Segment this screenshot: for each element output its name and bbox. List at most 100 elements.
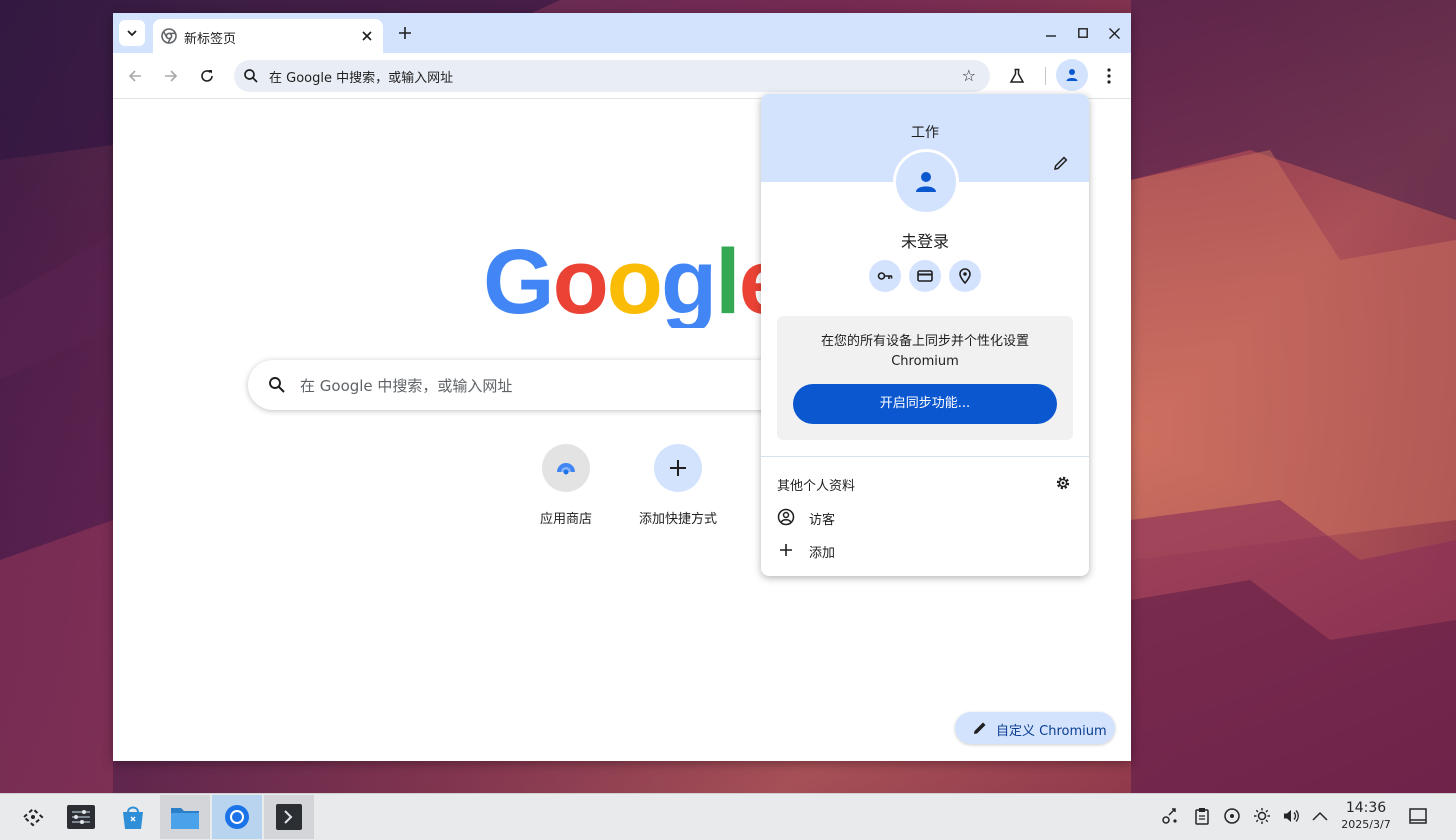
network-icon [1162, 808, 1177, 824]
back-button[interactable] [124, 65, 146, 87]
close-window-button[interactable] [1104, 23, 1124, 43]
add-profile-item[interactable]: 添加 [777, 540, 1073, 561]
flask-icon [1009, 68, 1025, 83]
app-launcher-button[interactable] [8, 795, 58, 839]
ntp-search-box[interactable]: 在 Google 中搜索，或输入网址 [248, 360, 848, 410]
other-profiles-label: 其他个人资料 [777, 479, 856, 494]
chromium-favicon-icon [161, 28, 177, 44]
terminal-button[interactable] [264, 795, 314, 839]
network-tray-icon[interactable] [1160, 806, 1180, 826]
profile-button[interactable] [1056, 59, 1088, 91]
shortcut-add[interactable]: 添加快捷方式 [630, 443, 726, 533]
file-manager-button[interactable] [160, 795, 210, 839]
bookmark-star-icon[interactable]: ☆ [962, 66, 976, 85]
guest-icon [777, 508, 795, 526]
turn-on-sync-button[interactable]: 开启同步功能... [793, 384, 1057, 424]
minimize-icon [1046, 35, 1056, 37]
shortcut-label: 应用商店 [539, 512, 592, 527]
new-tab-button[interactable] [393, 21, 417, 45]
profile-menu: 工作 未登录 在您的所有设备上同步并个性化设置 Chromium 开启同步功能.… [761, 94, 1089, 576]
clipboard-tray-icon[interactable] [1192, 806, 1212, 826]
tab-new-tab[interactable]: 新标签页 [153, 19, 383, 53]
add-label: 添加 [809, 546, 836, 561]
forward-button[interactable] [160, 65, 182, 87]
omnibox[interactable]: 在 Google 中搜索，或输入网址 ☆ [234, 60, 990, 92]
clock-date[interactable]: 2025/3/7 [1336, 818, 1396, 831]
tab-title: 新标签页 [184, 32, 237, 47]
reload-button[interactable] [196, 65, 218, 87]
profile-status: 未登录 [900, 232, 949, 251]
plus-icon [780, 544, 792, 556]
disc-icon [1224, 808, 1240, 824]
menu-button[interactable] [1097, 64, 1121, 88]
arrow-right-icon [165, 70, 178, 82]
guest-label: 访客 [809, 513, 836, 528]
maximize-button[interactable] [1073, 23, 1093, 43]
passwords-button[interactable] [869, 260, 901, 292]
toolbar-divider [1045, 67, 1046, 85]
show-desktop-button[interactable] [1408, 806, 1428, 826]
shortcut-web-store[interactable]: 应用商店 [518, 443, 614, 533]
chromium-taskbar-button[interactable] [212, 795, 262, 839]
labs-button[interactable] [1005, 64, 1029, 88]
profile-menu-divider [761, 456, 1089, 457]
reload-icon [201, 70, 213, 82]
pencil-icon [974, 722, 986, 734]
profile-title: 工作 [911, 125, 939, 141]
clock-time[interactable]: 14:36 [1340, 800, 1392, 816]
shortcut-icon-circle [654, 444, 702, 492]
brightness-tray-icon[interactable] [1252, 806, 1272, 826]
search-icon [269, 377, 285, 393]
folder-icon [171, 808, 199, 829]
credit-card-icon [917, 270, 933, 282]
toolbar: 在 Google 中搜索，或输入网址 ☆ [113, 53, 1131, 99]
location-pin-icon [959, 268, 971, 284]
guest-profile-item[interactable]: 访客 [777, 507, 1073, 528]
close-icon [1108, 27, 1120, 39]
pencil-icon[interactable] [1053, 155, 1069, 171]
discover-button[interactable] [108, 795, 158, 839]
google-logo: Google [483, 231, 763, 328]
gear-icon[interactable] [1055, 475, 1071, 491]
minimize-button[interactable] [1041, 23, 1061, 43]
tab-search-button[interactable] [119, 20, 145, 46]
search-icon [244, 69, 258, 83]
addresses-button[interactable] [949, 260, 981, 292]
volume-icon [1284, 810, 1299, 822]
app-launcher-icon [22, 807, 44, 827]
payment-methods-button[interactable] [909, 260, 941, 292]
clipboard-icon [1195, 808, 1209, 825]
web-store-icon [557, 463, 575, 475]
profile-avatar [893, 149, 959, 215]
media-tray-icon[interactable] [1222, 806, 1242, 826]
tab-close-button[interactable] [358, 27, 376, 45]
show-desktop-icon [1409, 808, 1427, 824]
plus-icon [399, 27, 411, 39]
shortcut-label: 添加快捷方式 [638, 512, 717, 527]
settings-sliders-icon [67, 805, 95, 829]
sync-promo-text: 在您的所有设备上同步并个性化设置 Chromium [820, 334, 1029, 369]
omnibox-input[interactable]: 在 Google 中搜索，或输入网址 [269, 67, 453, 86]
chevron-up-icon [1312, 811, 1328, 821]
ntp-search-input[interactable]: 在 Google 中搜索，或输入网址 [300, 375, 512, 396]
terminal-icon [276, 804, 302, 830]
customize-chromium-button[interactable]: 自定义 Chromium [955, 712, 1115, 744]
taskbar: 14:36 2025/3/7 [0, 793, 1456, 840]
plus-icon [670, 460, 686, 476]
chevron-down-icon [127, 30, 137, 37]
tray-expand-button[interactable] [1310, 806, 1330, 826]
customize-label: 自定义 Chromium [996, 724, 1107, 739]
close-icon [362, 31, 372, 41]
more-vert-icon [1107, 68, 1111, 84]
person-icon [916, 172, 936, 192]
shopping-bag-icon [123, 806, 143, 829]
arrow-left-icon [128, 70, 141, 82]
key-icon [877, 272, 893, 280]
sync-promo-card: 在您的所有设备上同步并个性化设置 Chromium 开启同步功能... [777, 316, 1073, 440]
tab-strip: 新标签页 [113, 13, 1131, 53]
svg-text:Google: Google [483, 231, 763, 328]
brightness-icon [1254, 808, 1270, 824]
shortcut-icon-circle [542, 444, 590, 492]
system-settings-button[interactable] [56, 795, 106, 839]
volume-tray-icon[interactable] [1281, 806, 1301, 826]
